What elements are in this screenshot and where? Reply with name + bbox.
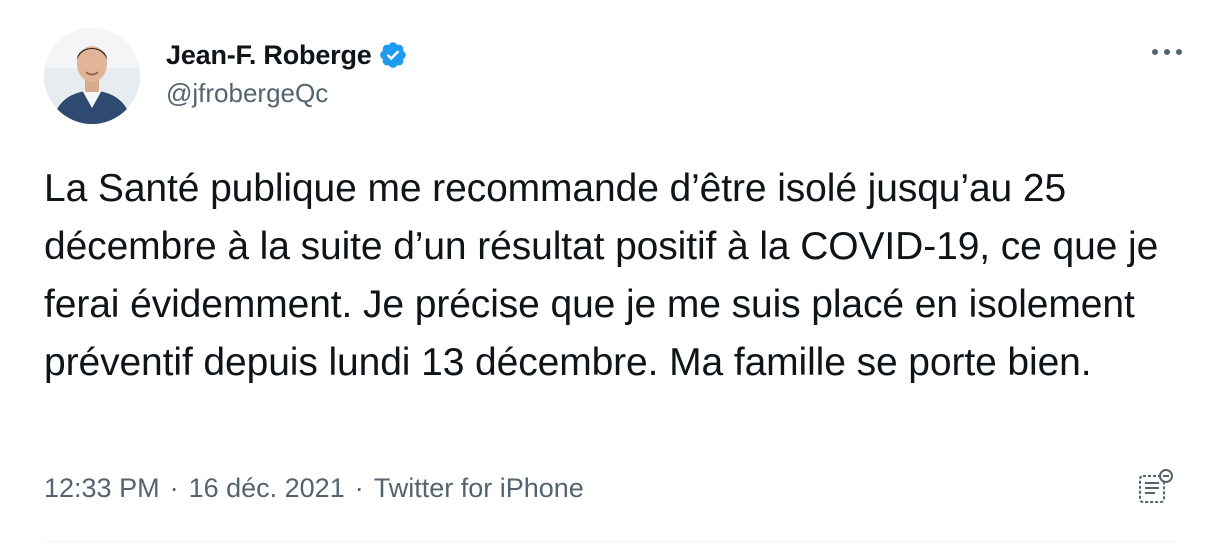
author-handle[interactable]: @jfrobergeQc bbox=[166, 78, 408, 109]
tweet-date[interactable]: 16 déc. 2021 bbox=[189, 473, 345, 504]
meta-separator: · bbox=[354, 472, 364, 503]
name-row: Jean-F. Roberge bbox=[166, 36, 408, 74]
author-display-name[interactable]: Jean-F. Roberge bbox=[166, 40, 372, 71]
meta-separator: · bbox=[169, 472, 179, 503]
tweet-text: La Santé publique me recommande d’être i… bbox=[44, 167, 1159, 384]
tweet-metadata: 12:33 PM · 16 déc. 2021 · Twitter for iP… bbox=[44, 470, 584, 506]
tweet-header: Jean-F. Roberge @jfrobergeQc bbox=[44, 28, 1184, 128]
author-identity: Jean-F. Roberge @jfrobergeQc bbox=[166, 36, 408, 109]
more-options-icon[interactable] bbox=[1150, 42, 1184, 62]
avatar-image bbox=[44, 28, 140, 124]
document-icon[interactable] bbox=[1134, 466, 1178, 510]
verified-badge-icon bbox=[378, 40, 408, 70]
tweet-source[interactable]: Twitter for iPhone bbox=[374, 473, 584, 504]
avatar[interactable] bbox=[44, 28, 140, 124]
divider bbox=[44, 541, 1178, 542]
tweet-time[interactable]: 12:33 PM bbox=[44, 473, 160, 504]
tweet-card: Jean-F. Roberge @jfrobergeQc La Santé pu… bbox=[0, 0, 1218, 550]
